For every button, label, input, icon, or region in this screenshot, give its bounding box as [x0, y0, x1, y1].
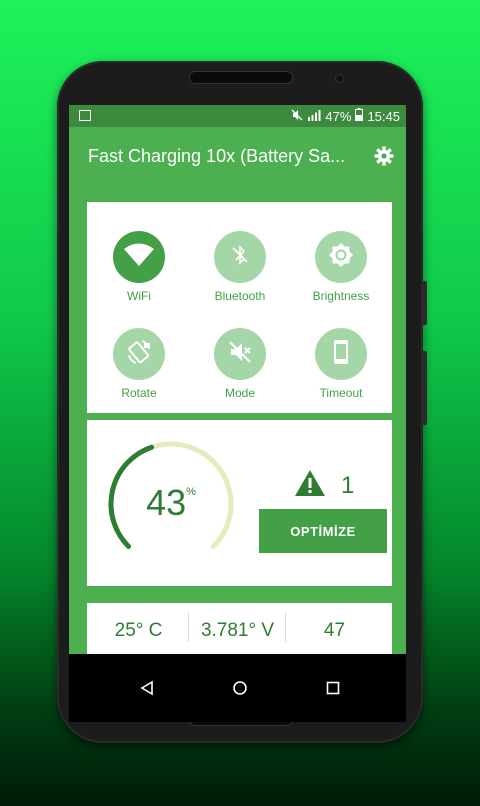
clock: 15:45	[367, 108, 400, 124]
rotate-label: Rotate	[121, 386, 157, 400]
wifi-toggle-circle	[113, 231, 165, 283]
signal-icon	[307, 109, 321, 124]
main-content: WiFi Bluetooth Brightness Rotate Mode Ti…	[69, 188, 406, 661]
brightness-icon	[327, 241, 355, 274]
mute-icon	[291, 109, 303, 124]
quick-toggle-wifi[interactable]: WiFi	[94, 231, 184, 303]
front-camera	[335, 74, 344, 83]
brightness-label: Brightness	[312, 289, 370, 303]
third-stat-value: 47	[323, 620, 346, 641]
app-title: Fast Charging 10x (Battery Sa...	[88, 146, 346, 166]
mode-label: Mode	[224, 386, 256, 400]
timeout-toggle-circle	[315, 328, 367, 380]
app-screen: 47% 15:45 Fast Charging 10x (Battery Sa.…	[69, 105, 406, 722]
quick-settings-card: WiFi Bluetooth Brightness Rotate Mode Ti…	[87, 202, 392, 413]
rotate-toggle-circle	[113, 328, 165, 380]
wifi-icon	[123, 243, 155, 272]
bluetooth-label: Bluetooth	[214, 289, 266, 303]
battery-gauge: 43%	[105, 438, 237, 570]
percent-sign: %	[186, 486, 196, 498]
app-toolbar: Fast Charging 10x (Battery Sa...	[69, 127, 406, 188]
battery-icon	[355, 108, 364, 124]
power-button	[422, 281, 427, 325]
bluetooth-off-icon	[228, 243, 252, 272]
volume-button	[422, 351, 427, 425]
home-icon[interactable]	[228, 676, 252, 700]
temperature-value: 25° C	[114, 620, 163, 641]
settings-gear-icon[interactable]	[374, 146, 394, 170]
battery-level-display: 43%	[105, 482, 237, 524]
screen-rotate-icon	[125, 338, 153, 371]
wifi-label: WiFi	[127, 289, 151, 303]
brightness-toggle-circle	[315, 231, 367, 283]
notification-image-icon	[79, 110, 91, 121]
optimize-button[interactable]: OPTİMİZE	[259, 509, 387, 553]
mode-toggle-circle	[214, 328, 266, 380]
bluetooth-toggle-circle	[214, 231, 266, 283]
back-icon[interactable]	[135, 676, 159, 700]
warning-indicator: 1	[293, 468, 354, 503]
battery-percent: 47%	[325, 108, 352, 124]
voltage-value: 3.781° V	[200, 620, 275, 641]
stats-card: 25° C 3.781° V 47	[87, 603, 392, 661]
quick-toggle-brightness[interactable]: Brightness	[296, 231, 386, 303]
quick-toggle-timeout[interactable]: Timeout	[296, 328, 386, 400]
battery-level-value: 43	[146, 482, 187, 523]
warning-count: 1	[341, 471, 355, 499]
warning-icon	[293, 468, 327, 503]
quick-toggle-rotate[interactable]: Rotate	[94, 328, 184, 400]
phone-timeout-icon	[331, 338, 351, 371]
battery-card: 43% 1 OPTİMİZE	[87, 420, 392, 586]
recents-icon[interactable]	[321, 676, 345, 700]
navigation-bar	[69, 654, 406, 722]
quick-toggle-mode[interactable]: Mode	[195, 328, 285, 400]
sound-mute-icon	[227, 339, 253, 370]
timeout-label: Timeout	[319, 386, 363, 400]
quick-toggle-bluetooth[interactable]: Bluetooth	[195, 231, 285, 303]
earpiece-speaker	[189, 71, 293, 84]
status-bar: 47% 15:45	[69, 105, 406, 127]
